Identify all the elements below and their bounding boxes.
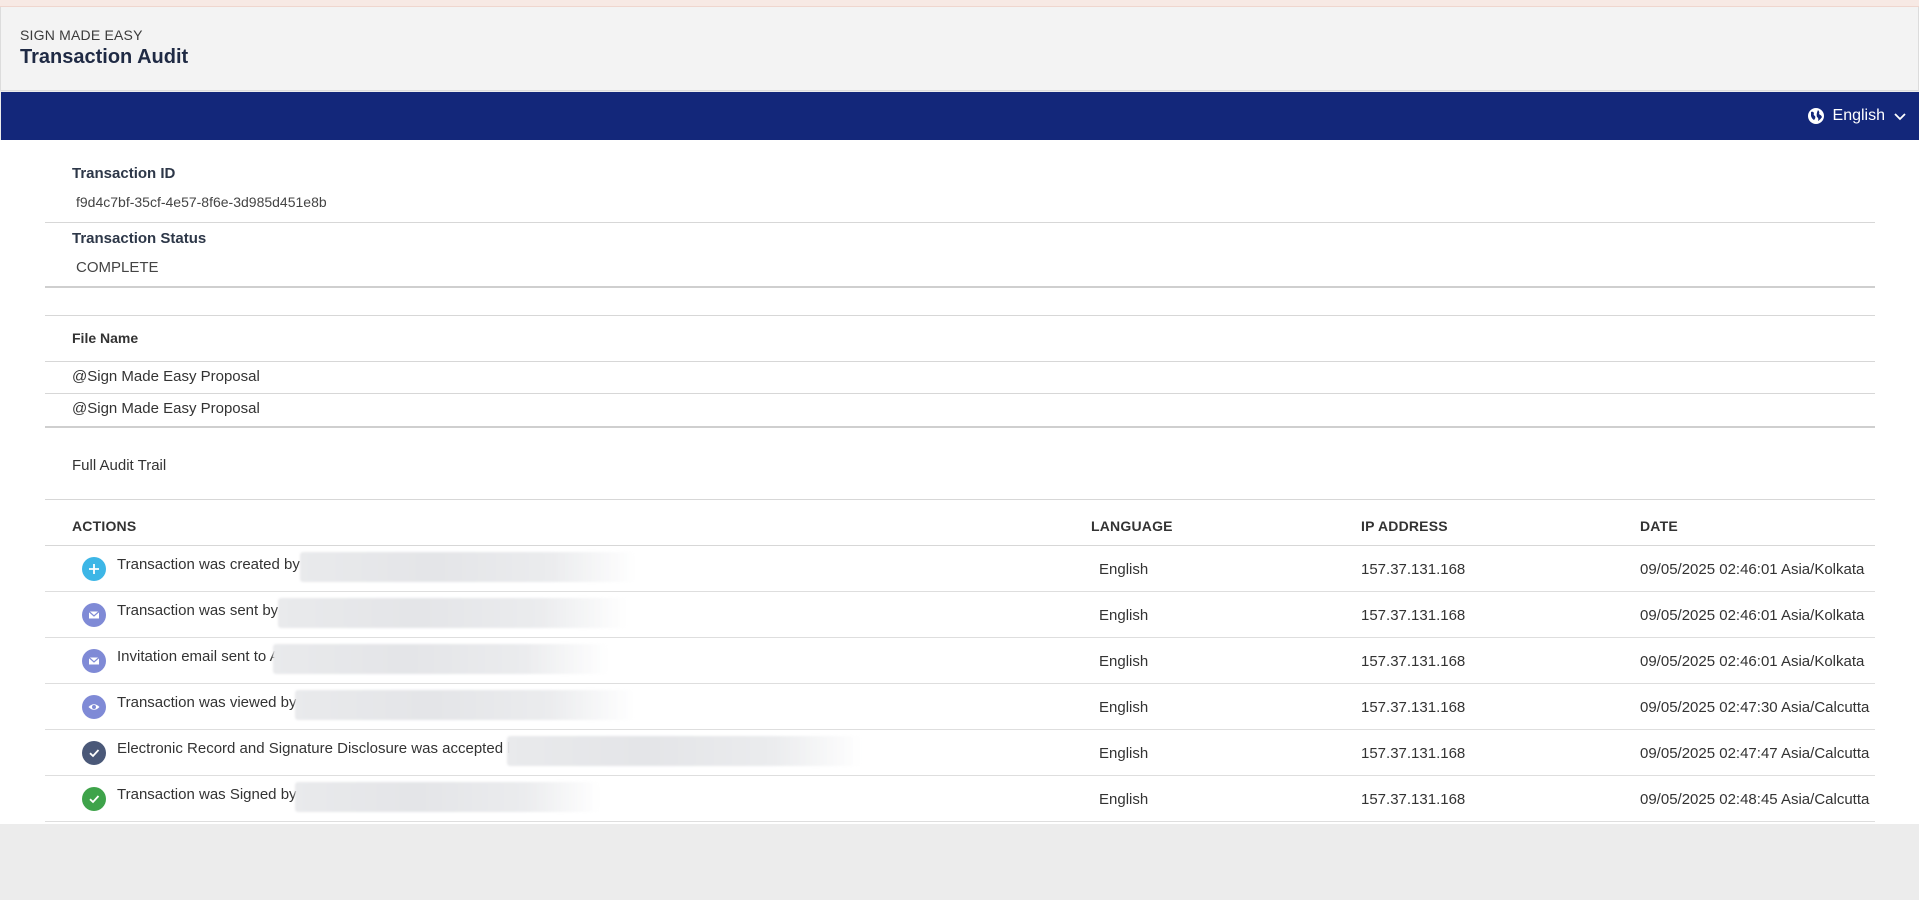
file-name-item[interactable]: @Sign Made Easy Proposal bbox=[72, 400, 260, 417]
language-selector[interactable]: English bbox=[1807, 104, 1907, 128]
chevron-down-icon bbox=[1893, 109, 1907, 123]
globe-icon bbox=[1807, 107, 1825, 125]
transaction-status-section: Transaction Status bbox=[45, 230, 1875, 247]
table-row: Electronic Record and Signature Disclosu… bbox=[45, 730, 1875, 776]
divider bbox=[45, 499, 1875, 500]
row-ip-address: 157.37.131.168 bbox=[1361, 791, 1466, 808]
eye-icon bbox=[82, 695, 106, 719]
row-ip-address: 157.37.131.168 bbox=[1361, 653, 1466, 670]
column-header-ip-address: IP ADDRESS bbox=[1361, 518, 1448, 534]
divider bbox=[45, 286, 1875, 288]
envelope-icon bbox=[82, 649, 106, 673]
redacted-name bbox=[278, 598, 628, 628]
table-row: Transaction was created by A English 157… bbox=[45, 546, 1875, 592]
row-ip-address: 157.37.131.168 bbox=[1361, 561, 1466, 578]
transaction-id-section: Transaction ID bbox=[45, 165, 1875, 182]
envelope-icon bbox=[82, 603, 106, 627]
row-language: English bbox=[1099, 653, 1149, 670]
redacted-name bbox=[273, 644, 608, 674]
page-title: Transaction Audit bbox=[20, 46, 189, 68]
column-header-date: DATE bbox=[1640, 518, 1678, 534]
audit-trail-title: Full Audit Trail bbox=[72, 457, 167, 474]
audit-page: SIGN MADE EASY Transaction Audit English… bbox=[0, 0, 1919, 900]
row-language: English bbox=[1099, 791, 1149, 808]
transaction-status-label: Transaction Status bbox=[72, 230, 207, 247]
table-row: Transaction was sent by A English 157.37… bbox=[45, 592, 1875, 638]
action-text: Transaction was sent by A bbox=[117, 602, 292, 619]
transaction-id-value: f9d4c7bf-35cf-4e57-8f6e-3d985d451e8b bbox=[76, 194, 327, 210]
file-name-item[interactable]: @Sign Made Easy Proposal bbox=[72, 368, 260, 385]
page-footer-background bbox=[0, 824, 1919, 900]
language-label: English bbox=[1832, 107, 1885, 124]
check-icon bbox=[82, 741, 106, 765]
column-header-language: LANGUAGE bbox=[1091, 518, 1173, 534]
file-name-label: File Name bbox=[72, 330, 139, 346]
row-date: 09/05/2025 02:48:45 Asia/Calcutta bbox=[1640, 791, 1870, 808]
table-row: Transaction was viewed by English 157.37… bbox=[45, 684, 1875, 730]
file-name-header: File Name bbox=[45, 330, 1875, 346]
row-date: 09/05/2025 02:46:01 Asia/Kolkata bbox=[1640, 653, 1865, 670]
redacted-name bbox=[295, 782, 600, 812]
action-text: Transaction was Signed by bbox=[117, 786, 297, 803]
row-ip-address: 157.37.131.168 bbox=[1361, 607, 1466, 624]
action-text: Invitation email sent to A bbox=[117, 648, 280, 665]
audit-content: Transaction ID f9d4c7bf-35cf-4e57-8f6e-3… bbox=[0, 140, 1919, 824]
top-accent-line bbox=[0, 0, 1919, 7]
redacted-name bbox=[300, 552, 635, 582]
redacted-name bbox=[507, 736, 862, 766]
row-date: 09/05/2025 02:47:47 Asia/Calcutta bbox=[1640, 745, 1870, 762]
divider bbox=[45, 361, 1875, 362]
transaction-id-value-wrap: f9d4c7bf-35cf-4e57-8f6e-3d985d451e8b bbox=[45, 194, 1875, 210]
action-text: Electronic Record and Signature Disclosu… bbox=[117, 740, 516, 757]
action-text: Transaction was created by A bbox=[117, 556, 314, 573]
check-icon bbox=[82, 787, 106, 811]
table-row: Invitation email sent to A English 157.3… bbox=[45, 638, 1875, 684]
transaction-id-label: Transaction ID bbox=[72, 165, 176, 182]
app-header: SIGN MADE EASY Transaction Audit bbox=[0, 7, 1919, 91]
brand-name: SIGN MADE EASY bbox=[20, 27, 143, 43]
divider bbox=[45, 222, 1875, 223]
table-row: Transaction was Signed by English 157.37… bbox=[45, 776, 1875, 822]
navigation-bar: English bbox=[1, 92, 1919, 140]
divider bbox=[45, 426, 1875, 428]
row-date: 09/05/2025 02:47:30 Asia/Calcutta bbox=[1640, 699, 1870, 716]
row-language: English bbox=[1099, 561, 1149, 578]
row-language: English bbox=[1099, 607, 1149, 624]
action-text: Transaction was viewed by bbox=[117, 694, 297, 711]
divider bbox=[45, 315, 1875, 316]
transaction-status-value: COMPLETE bbox=[76, 259, 159, 276]
row-language: English bbox=[1099, 745, 1149, 762]
row-date: 09/05/2025 02:46:01 Asia/Kolkata bbox=[1640, 561, 1865, 578]
divider bbox=[45, 393, 1875, 394]
column-header-actions: ACTIONS bbox=[72, 518, 137, 534]
row-date: 09/05/2025 02:46:01 Asia/Kolkata bbox=[1640, 607, 1865, 624]
row-language: English bbox=[1099, 699, 1149, 716]
row-ip-address: 157.37.131.168 bbox=[1361, 699, 1466, 716]
redacted-name bbox=[295, 690, 635, 720]
row-ip-address: 157.37.131.168 bbox=[1361, 745, 1466, 762]
plus-icon bbox=[82, 557, 106, 581]
transaction-status-value-wrap: COMPLETE bbox=[45, 259, 1875, 276]
